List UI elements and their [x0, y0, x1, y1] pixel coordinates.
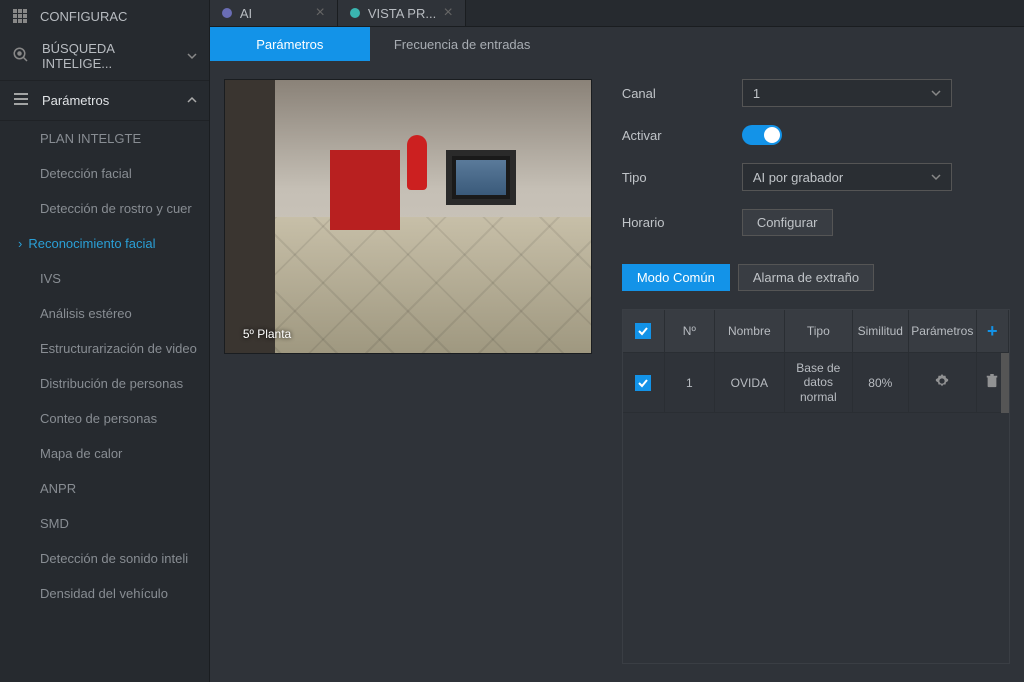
- mode-buttons: Modo Común Alarma de extraño: [622, 264, 1010, 291]
- sidebar-item-vehicle-density[interactable]: Densidad del vehículo: [0, 576, 209, 611]
- horario-configure-button[interactable]: Configurar: [742, 209, 833, 236]
- tab-vista[interactable]: VISTA PR... ×: [338, 0, 466, 26]
- mode-comun-button[interactable]: Modo Común: [622, 264, 730, 291]
- sidebar-item-facial-recognition[interactable]: › Reconocimiento facial: [0, 226, 209, 261]
- th-tipo: Tipo: [785, 310, 853, 352]
- chevron-down-icon: [931, 88, 941, 98]
- main-panel: AI × VISTA PR... × Parámetros Frecuencia…: [210, 0, 1024, 682]
- tab-ai-label: AI: [240, 6, 252, 21]
- canal-select[interactable]: 1: [742, 79, 952, 107]
- td-param[interactable]: [909, 353, 977, 412]
- sidebar-item-facial-detection[interactable]: Detección facial: [0, 156, 209, 191]
- form-row-horario: Horario Configurar: [622, 209, 1010, 236]
- form-row-canal: Canal 1: [622, 79, 1010, 107]
- tipo-select[interactable]: AI por grabador: [742, 163, 952, 191]
- search-lens-icon: [12, 46, 30, 67]
- camera-preview[interactable]: 5º Planta: [224, 79, 592, 354]
- sidebar-item-smd[interactable]: SMD: [0, 506, 209, 541]
- sidebar-config-header: CONFIGURAC: [0, 0, 209, 32]
- form-row-activar: Activar: [622, 125, 1010, 145]
- active-arrow-icon: ›: [18, 236, 22, 251]
- sidebar-item-people-distribution[interactable]: Distribución de personas: [0, 366, 209, 401]
- td-check[interactable]: [623, 353, 665, 412]
- database-table: Nº Nombre Tipo Similitud Parámetros +: [622, 309, 1010, 664]
- sidebar-item-people-count[interactable]: Conteo de personas: [0, 401, 209, 436]
- sidebar-item-anpr[interactable]: ANPR: [0, 471, 209, 506]
- form-row-tipo: Tipo AI por grabador: [622, 163, 1010, 191]
- table-header-row: Nº Nombre Tipo Similitud Parámetros +: [623, 310, 1009, 353]
- th-add[interactable]: +: [977, 310, 1009, 352]
- mode-extrano-button[interactable]: Alarma de extraño: [738, 264, 874, 291]
- sidebar-item-sound-detection[interactable]: Detección de sonido inteli: [0, 541, 209, 576]
- th-nombre: Nombre: [715, 310, 785, 352]
- apps-grid-icon: [12, 8, 28, 24]
- sidebar-item-plan[interactable]: PLAN INTELGTE: [0, 121, 209, 156]
- sidebar-item-stereo[interactable]: Análisis estéreo: [0, 296, 209, 331]
- parameters-label: Parámetros: [42, 93, 109, 108]
- sub-tabs: Parámetros Frecuencia de entradas: [210, 27, 1024, 61]
- sidebar-item-ivs[interactable]: IVS: [0, 261, 209, 296]
- scroll-thumb[interactable]: [1001, 353, 1009, 413]
- chevron-down-icon: [187, 49, 197, 64]
- sidebar-item-heatmap[interactable]: Mapa de calor: [0, 436, 209, 471]
- td-nombre: OVIDA: [715, 353, 785, 412]
- th-parametros: Parámetros: [909, 310, 977, 352]
- th-select-all[interactable]: [623, 310, 665, 352]
- tab-dot-icon: [222, 8, 232, 18]
- activar-toggle[interactable]: [742, 125, 782, 145]
- sub-tab-frecuencia[interactable]: Frecuencia de entradas: [370, 27, 555, 61]
- horario-label: Horario: [622, 215, 742, 230]
- activar-label: Activar: [622, 128, 742, 143]
- camera-preview-panel: 5º Planta: [224, 79, 592, 664]
- td-similitud: 80%: [853, 353, 909, 412]
- sidebar: CONFIGURAC BÚSQUEDA INTELIGE... Parámetr…: [0, 0, 210, 682]
- list-icon: [12, 90, 30, 111]
- table-body: 1 OVIDA Base de datos normal 80%: [623, 353, 1009, 663]
- chevron-up-icon: [187, 93, 197, 108]
- top-tabs: AI × VISTA PR... ×: [210, 0, 1024, 27]
- td-num: 1: [665, 353, 715, 412]
- tipo-label: Tipo: [622, 170, 742, 185]
- tab-close-icon[interactable]: ×: [443, 4, 452, 22]
- th-num: Nº: [665, 310, 715, 352]
- row-checkbox[interactable]: [635, 375, 651, 391]
- camera-overlay-label: 5º Planta: [243, 327, 291, 341]
- tab-dot-icon: [350, 8, 360, 18]
- config-label: CONFIGURAC: [40, 9, 127, 24]
- content-area: 5º Planta Canal 1 Activar Tipo AI por gr…: [210, 61, 1024, 682]
- sub-tab-parametros[interactable]: Parámetros: [210, 27, 370, 61]
- checkbox-all[interactable]: [635, 323, 651, 339]
- smart-search-label: BÚSQUEDA INTELIGE...: [42, 41, 187, 71]
- tab-ai[interactable]: AI ×: [210, 0, 338, 26]
- chevron-down-icon: [931, 172, 941, 182]
- plus-icon[interactable]: +: [987, 321, 998, 342]
- table-scrollbar[interactable]: [1001, 353, 1009, 663]
- sidebar-parameters[interactable]: Parámetros: [0, 81, 209, 121]
- th-similitud: Similitud: [853, 310, 909, 352]
- table-row: 1 OVIDA Base de datos normal 80%: [623, 353, 1009, 413]
- gear-icon[interactable]: [935, 374, 949, 391]
- sidebar-item-face-body-detection[interactable]: Detección de rostro y cuer: [0, 191, 209, 226]
- td-tipo: Base de datos normal: [785, 353, 853, 412]
- tab-vista-label: VISTA PR...: [368, 6, 436, 21]
- sidebar-smart-search[interactable]: BÚSQUEDA INTELIGE...: [0, 32, 209, 81]
- settings-panel: Canal 1 Activar Tipo AI por grabador Hor…: [622, 79, 1020, 664]
- sidebar-item-video-structure[interactable]: Estructurarización de video: [0, 331, 209, 366]
- canal-label: Canal: [622, 86, 742, 101]
- trash-icon[interactable]: [985, 374, 999, 391]
- tab-close-icon[interactable]: ×: [315, 4, 324, 22]
